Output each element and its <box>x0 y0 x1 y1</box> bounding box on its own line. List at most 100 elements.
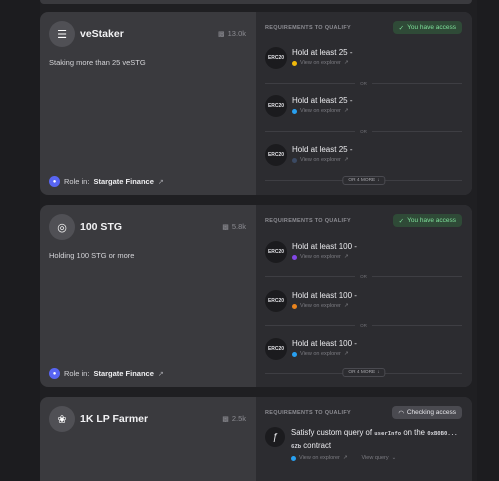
external-link-icon[interactable]: ↗ <box>344 254 349 260</box>
requirements-header: REQUIREMENTS TO QUALIFY <box>265 218 351 224</box>
external-link-icon[interactable]: ↗ <box>344 60 349 66</box>
member-count: ▩ 13.0k <box>218 29 246 38</box>
requirement-title: Hold at least 100 - <box>292 291 357 300</box>
erc20-token-icon: ERC20 <box>265 290 287 312</box>
external-link-icon[interactable]: ↗ <box>158 370 164 378</box>
server-name-link[interactable]: Stargate Finance <box>93 369 153 378</box>
chain-icon <box>292 157 297 163</box>
requirements-header: REQUIREMENTS TO QUALIFY <box>265 410 351 416</box>
external-link-icon[interactable]: ↗ <box>344 108 349 114</box>
query-name: userInfo <box>374 431 402 437</box>
role-info-panel: ☰ veStaker ▩ 13.0k Staking more than 25 … <box>40 12 256 195</box>
loading-spinner-icon: ◠ <box>398 409 404 417</box>
view-on-explorer-link[interactable]: View on explorer ↗ <box>292 303 348 309</box>
role-name: veStaker <box>80 28 124 40</box>
erc20-token-icon: ERC20 <box>265 47 287 69</box>
member-count: ▩ 2.5k <box>222 414 246 423</box>
chain-icon <box>292 303 297 309</box>
requirement-item: ERC20 Hold at least 100 - View on explor… <box>265 338 462 368</box>
requirement-item: ERC20 Hold at least 100 - View on explor… <box>265 241 462 271</box>
role-in-server[interactable]: ● Role in: Stargate Finance ↗ <box>49 176 164 187</box>
external-link-icon[interactable]: ↗ <box>343 455 348 461</box>
role-card-vestaker: ☰ veStaker ▩ 13.0k Staking more than 25 … <box>40 12 472 195</box>
external-link-icon[interactable]: ↗ <box>344 303 349 309</box>
discord-icon: ● <box>49 176 60 187</box>
role-card-1k-lp-farmer: ❀ 1K LP Farmer ▩ 2.5k REQUIREMENTS TO QU… <box>40 397 472 481</box>
or-divider: OR <box>265 273 462 279</box>
role-name: 100 STG <box>80 221 123 233</box>
chain-icon <box>292 60 297 66</box>
role-in-label: Role in: <box>64 177 90 186</box>
external-link-icon[interactable]: ↗ <box>158 178 164 186</box>
custom-query-title: Satisfy custom query of userInfo on the … <box>291 428 458 450</box>
chain-icon <box>292 254 297 260</box>
role-info-panel: ❀ 1K LP Farmer ▩ 2.5k <box>40 397 256 481</box>
access-status-badge: ✓ You have access <box>392 214 462 227</box>
chevron-down-icon: ⌄ <box>391 455 397 461</box>
or-divider: OR <box>265 128 462 134</box>
view-on-explorer-link[interactable]: View on explorer ↗ <box>292 60 348 66</box>
server-name-link[interactable]: Stargate Finance <box>93 177 153 186</box>
users-icon: ▩ <box>222 223 229 231</box>
previous-card-bottom <box>40 0 472 4</box>
requirement-item: ERC20 Hold at least 25 - View on explore… <box>265 144 462 174</box>
custom-query-links: View on explorer ↗ View query ⌄ <box>291 455 396 461</box>
view-on-explorer-link[interactable]: View on explorer ↗ <box>292 351 348 357</box>
external-link-icon[interactable]: ↗ <box>344 351 349 357</box>
role-description: Holding 100 STG or more <box>49 251 135 260</box>
or-divider: OR <box>265 80 462 86</box>
show-more-button[interactable]: OR 4 MORE ↓ <box>342 368 386 377</box>
check-icon: ✓ <box>398 217 405 225</box>
users-icon: ▩ <box>222 415 229 423</box>
erc20-token-icon: ERC20 <box>265 338 287 360</box>
requirement-item: ERC20 Hold at least 25 - View on explore… <box>265 47 462 77</box>
requirements-panel: REQUIREMENTS TO QUALIFY ✓ You have acces… <box>256 205 472 387</box>
stack-icon: ☰ <box>49 21 75 47</box>
external-link-icon[interactable]: ↗ <box>344 157 349 163</box>
requirements-panel: REQUIREMENTS TO QUALIFY ◠ Checking acces… <box>256 397 472 481</box>
role-info-panel: ◎ 100 STG ▩ 5.8k Holding 100 STG or more… <box>40 205 256 387</box>
function-icon: ƒ <box>265 427 285 447</box>
requirement-title: Hold at least 100 - <box>292 242 357 251</box>
coin-icon: ◎ <box>49 214 75 240</box>
requirements-header: REQUIREMENTS TO QUALIFY <box>265 25 351 31</box>
page-left-gutter <box>0 0 40 481</box>
requirement-title: Hold at least 25 - <box>292 145 353 154</box>
view-query-button[interactable]: View query ⌄ <box>361 455 396 461</box>
requirements-panel: REQUIREMENTS TO QUALIFY ✓ You have acces… <box>256 12 472 195</box>
page-scrollbar-track[interactable] <box>477 0 499 481</box>
access-status-badge: ✓ You have access <box>392 21 462 34</box>
role-card-100-stg: ◎ 100 STG ▩ 5.8k Holding 100 STG or more… <box>40 205 472 387</box>
requirement-title: Hold at least 25 - <box>292 48 353 57</box>
role-description: Staking more than 25 veSTG <box>49 58 146 67</box>
requirement-title: Hold at least 25 - <box>292 96 353 105</box>
check-icon: ✓ <box>398 24 405 32</box>
role-in-label: Role in: <box>64 369 90 378</box>
discord-icon: ● <box>49 368 60 379</box>
chain-icon <box>291 455 296 461</box>
requirement-title: Hold at least 100 - <box>292 339 357 348</box>
sprout-icon: ❀ <box>49 406 75 432</box>
contract-address: 0xB0B0... <box>427 431 458 437</box>
users-icon: ▩ <box>218 30 225 38</box>
view-on-explorer-link[interactable]: View on explorer ↗ <box>292 254 348 260</box>
arrow-down-icon: ↓ <box>377 178 380 183</box>
chain-icon <box>292 351 297 357</box>
view-on-explorer-link[interactable]: View on explorer ↗ <box>292 157 348 163</box>
role-in-server[interactable]: ● Role in: Stargate Finance ↗ <box>49 368 164 379</box>
view-on-explorer-link[interactable]: View on explorer ↗ <box>291 455 347 461</box>
view-on-explorer-link[interactable]: View on explorer ↗ <box>292 108 348 114</box>
chain-icon <box>292 108 297 114</box>
member-count: ▩ 5.8k <box>222 222 246 231</box>
erc20-token-icon: ERC20 <box>265 144 287 166</box>
requirement-item: ERC20 Hold at least 100 - View on explor… <box>265 290 462 320</box>
contract-address-tail: 6Zb <box>291 444 302 450</box>
arrow-down-icon: ↓ <box>377 370 380 375</box>
erc20-token-icon: ERC20 <box>265 241 287 263</box>
requirement-item: ERC20 Hold at least 25 - View on explore… <box>265 95 462 125</box>
or-divider: OR <box>265 322 462 328</box>
role-name: 1K LP Farmer <box>80 413 149 425</box>
checking-access-badge: ◠ Checking access <box>392 406 462 419</box>
erc20-token-icon: ERC20 <box>265 95 287 117</box>
show-more-button[interactable]: OR 4 MORE ↓ <box>342 176 386 185</box>
